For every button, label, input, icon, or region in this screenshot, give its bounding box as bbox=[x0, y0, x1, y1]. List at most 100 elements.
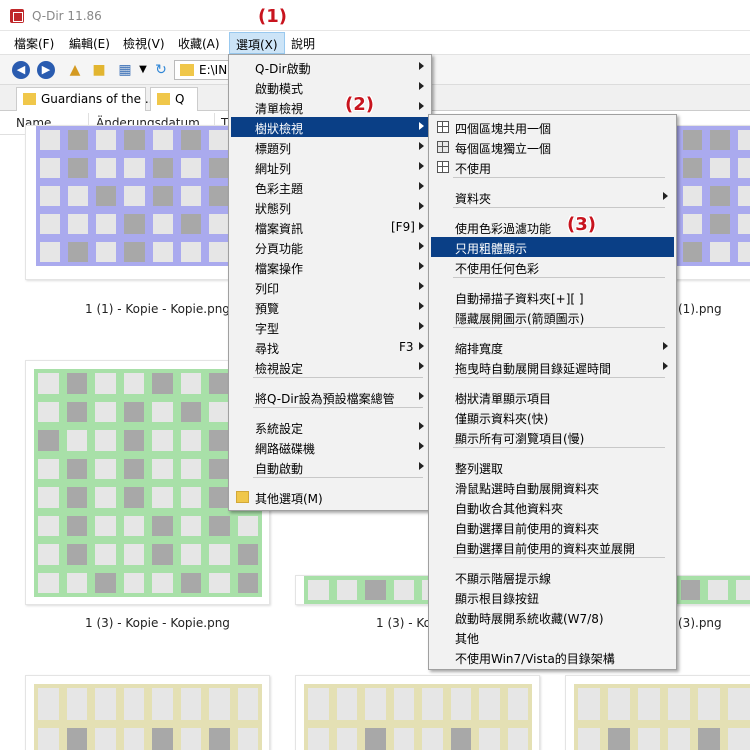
submenu-arrow-icon bbox=[419, 322, 424, 330]
file-caption[interactable]: 1 (1) - Kopie - Kopie.png bbox=[85, 302, 230, 316]
image-preview bbox=[304, 684, 532, 750]
preview-cell bbox=[123, 373, 144, 394]
options-item[interactable]: 色彩主題 bbox=[231, 177, 429, 197]
options-item[interactable]: 狀態列 bbox=[231, 197, 429, 217]
tree-view-item[interactable]: 四個區塊共用一個 bbox=[431, 117, 674, 137]
tree-view-item[interactable]: 顯示根目錄按鈕 bbox=[431, 587, 674, 607]
tree-view-item[interactable]: 資料夾 bbox=[431, 187, 674, 207]
menu-options[interactable]: 選項(X) bbox=[229, 32, 285, 54]
preview-cell bbox=[237, 515, 258, 536]
tree-view-item[interactable]: 自動選擇目前使用的資料夾並展開 bbox=[431, 537, 674, 557]
options-item[interactable]: 檔案操作 bbox=[231, 257, 429, 277]
annotation-marker: (3) bbox=[567, 214, 596, 235]
tree-view-item[interactable]: 滑鼠點選時自動展開資料夾 bbox=[431, 477, 674, 497]
preview-cell bbox=[710, 158, 730, 178]
preview-cell bbox=[237, 688, 258, 720]
options-item[interactable]: 樹狀檢視 bbox=[231, 117, 429, 137]
tree-view-item[interactable]: 其他 bbox=[431, 627, 674, 647]
view-dropdown-icon[interactable]: ▼ bbox=[134, 61, 152, 79]
tree-view-item[interactable]: 不使用任何色彩 bbox=[431, 257, 674, 277]
preview-cell bbox=[123, 688, 144, 720]
up-folder-icon[interactable]: ▲ bbox=[66, 61, 84, 79]
options-item[interactable]: 預覽 bbox=[231, 297, 429, 317]
preview-cell bbox=[237, 544, 258, 565]
menu-item-label: 不顯示階層提示線 bbox=[455, 572, 552, 586]
options-item[interactable]: Q-Dir啟動 bbox=[231, 57, 429, 77]
file-caption[interactable]: (3).png bbox=[678, 616, 722, 630]
forward-icon[interactable]: ▶ bbox=[37, 61, 55, 79]
tree-view-item[interactable]: 樹狀清單顯示項目 bbox=[431, 387, 674, 407]
preview-cell bbox=[96, 214, 117, 234]
menu-favorites[interactable]: 收藏(A) bbox=[178, 35, 220, 52]
menu-item-shortcut: [F9] bbox=[391, 220, 415, 234]
menu-view[interactable]: 檢視(V) bbox=[123, 35, 165, 52]
menu-help[interactable]: 說明 bbox=[291, 35, 315, 52]
preview-cell bbox=[152, 373, 173, 394]
preview-cell bbox=[66, 688, 87, 720]
options-item[interactable]: 網址列 bbox=[231, 157, 429, 177]
options-item[interactable]: 其他選項(M) bbox=[231, 487, 429, 507]
preview-cell bbox=[608, 728, 630, 750]
preview-cell bbox=[152, 242, 173, 262]
view-mode-icon[interactable]: ▦ bbox=[116, 61, 134, 79]
annotation-marker: (1) bbox=[258, 6, 287, 27]
options-item[interactable]: 將Q-Dir設為預設檔案總管 bbox=[231, 387, 429, 407]
menu-item-label: 網址列 bbox=[255, 162, 292, 176]
options-item[interactable]: 字型 bbox=[231, 317, 429, 337]
file-thumbnail[interactable] bbox=[25, 675, 270, 750]
tree-view-item[interactable]: 僅顯示資料夾(快) bbox=[431, 407, 674, 427]
tree-view-item[interactable]: 拖曳時自動展開目錄延遲時間 bbox=[431, 357, 674, 377]
refresh-icon[interactable]: ↻ bbox=[152, 61, 170, 79]
tree-view-item[interactable]: 自動收合其他資料夾 bbox=[431, 497, 674, 517]
tab-guardians[interactable]: Guardians of the ... bbox=[16, 87, 156, 111]
preview-cell bbox=[365, 688, 386, 720]
options-item[interactable]: 清單檢視 bbox=[231, 97, 429, 117]
options-item[interactable]: 系統設定 bbox=[231, 417, 429, 437]
back-icon[interactable]: ◀ bbox=[12, 61, 30, 79]
options-item[interactable]: 檢視設定 bbox=[231, 357, 429, 377]
options-item[interactable]: 啟動模式 bbox=[231, 77, 429, 97]
tab-q[interactable]: Q bbox=[150, 87, 198, 111]
tree-view-item[interactable]: 啟動時展開系統收藏(W7/8) bbox=[431, 607, 674, 627]
tree-view-item[interactable]: 縮排寬度 bbox=[431, 337, 674, 357]
submenu-arrow-icon bbox=[419, 102, 424, 110]
file-caption[interactable]: 1 (3) - Kopie - Kopie.png bbox=[85, 616, 230, 630]
tree-view-item[interactable]: 自動選擇目前使用的資料夾 bbox=[431, 517, 674, 537]
options-item[interactable]: 標題列 bbox=[231, 137, 429, 157]
menu-item-label: 清單檢視 bbox=[255, 102, 304, 116]
file-thumbnail[interactable] bbox=[295, 675, 540, 750]
tree-view-item[interactable]: 每個區塊獨立一個 bbox=[431, 137, 674, 157]
options-item[interactable]: 檔案資訊 [F9] bbox=[231, 217, 429, 237]
options-item[interactable]: 分頁功能 bbox=[231, 237, 429, 257]
new-folder-icon[interactable]: ■ bbox=[90, 61, 108, 79]
menu-item-label: 不使用 bbox=[455, 162, 492, 176]
file-caption[interactable]: (1).png bbox=[678, 302, 722, 316]
preview-cell bbox=[66, 401, 87, 422]
options-item[interactable]: 列印 bbox=[231, 277, 429, 297]
tree-view-item[interactable]: 自動掃描子資料夾[+][ ] bbox=[431, 287, 674, 307]
tree-view-item[interactable]: 不使用Win7/Vista的目錄架構 bbox=[431, 647, 674, 667]
menu-edit[interactable]: 編輯(E) bbox=[69, 35, 110, 52]
tree-view-item[interactable]: 顯示所有可瀏覽項目(慢) bbox=[431, 427, 674, 447]
options-item[interactable]: 自動啟動 bbox=[231, 457, 429, 477]
tree-view-item[interactable]: 不顯示階層提示線 bbox=[431, 567, 674, 587]
submenu-arrow-icon bbox=[419, 392, 424, 400]
menu-item-label: 色彩主題 bbox=[255, 182, 304, 196]
file-thumbnail[interactable] bbox=[565, 675, 750, 750]
preview-cell bbox=[123, 544, 144, 565]
preview-cell bbox=[96, 242, 117, 262]
preview-cell bbox=[209, 458, 230, 479]
preview-cell bbox=[40, 186, 61, 206]
menu-separator bbox=[453, 277, 665, 278]
image-preview bbox=[34, 684, 262, 750]
preview-cell bbox=[710, 186, 730, 206]
tree-view-item[interactable]: 使用色彩過濾功能 bbox=[431, 217, 674, 237]
tree-view-item[interactable]: 只用粗體顯示 bbox=[431, 237, 674, 257]
menu-file[interactable]: 檔案(F) bbox=[14, 35, 54, 52]
tree-view-item[interactable]: 隱藏展開圖示(箭頭圖示) bbox=[431, 307, 674, 327]
tree-view-item[interactable]: 不使用 bbox=[431, 157, 674, 177]
tree-view-item[interactable]: 整列選取 bbox=[431, 457, 674, 477]
options-item[interactable]: 尋找 F3 bbox=[231, 337, 429, 357]
options-item[interactable]: 網路磁碟機 bbox=[231, 437, 429, 457]
annotation-marker: (2) bbox=[345, 94, 374, 115]
